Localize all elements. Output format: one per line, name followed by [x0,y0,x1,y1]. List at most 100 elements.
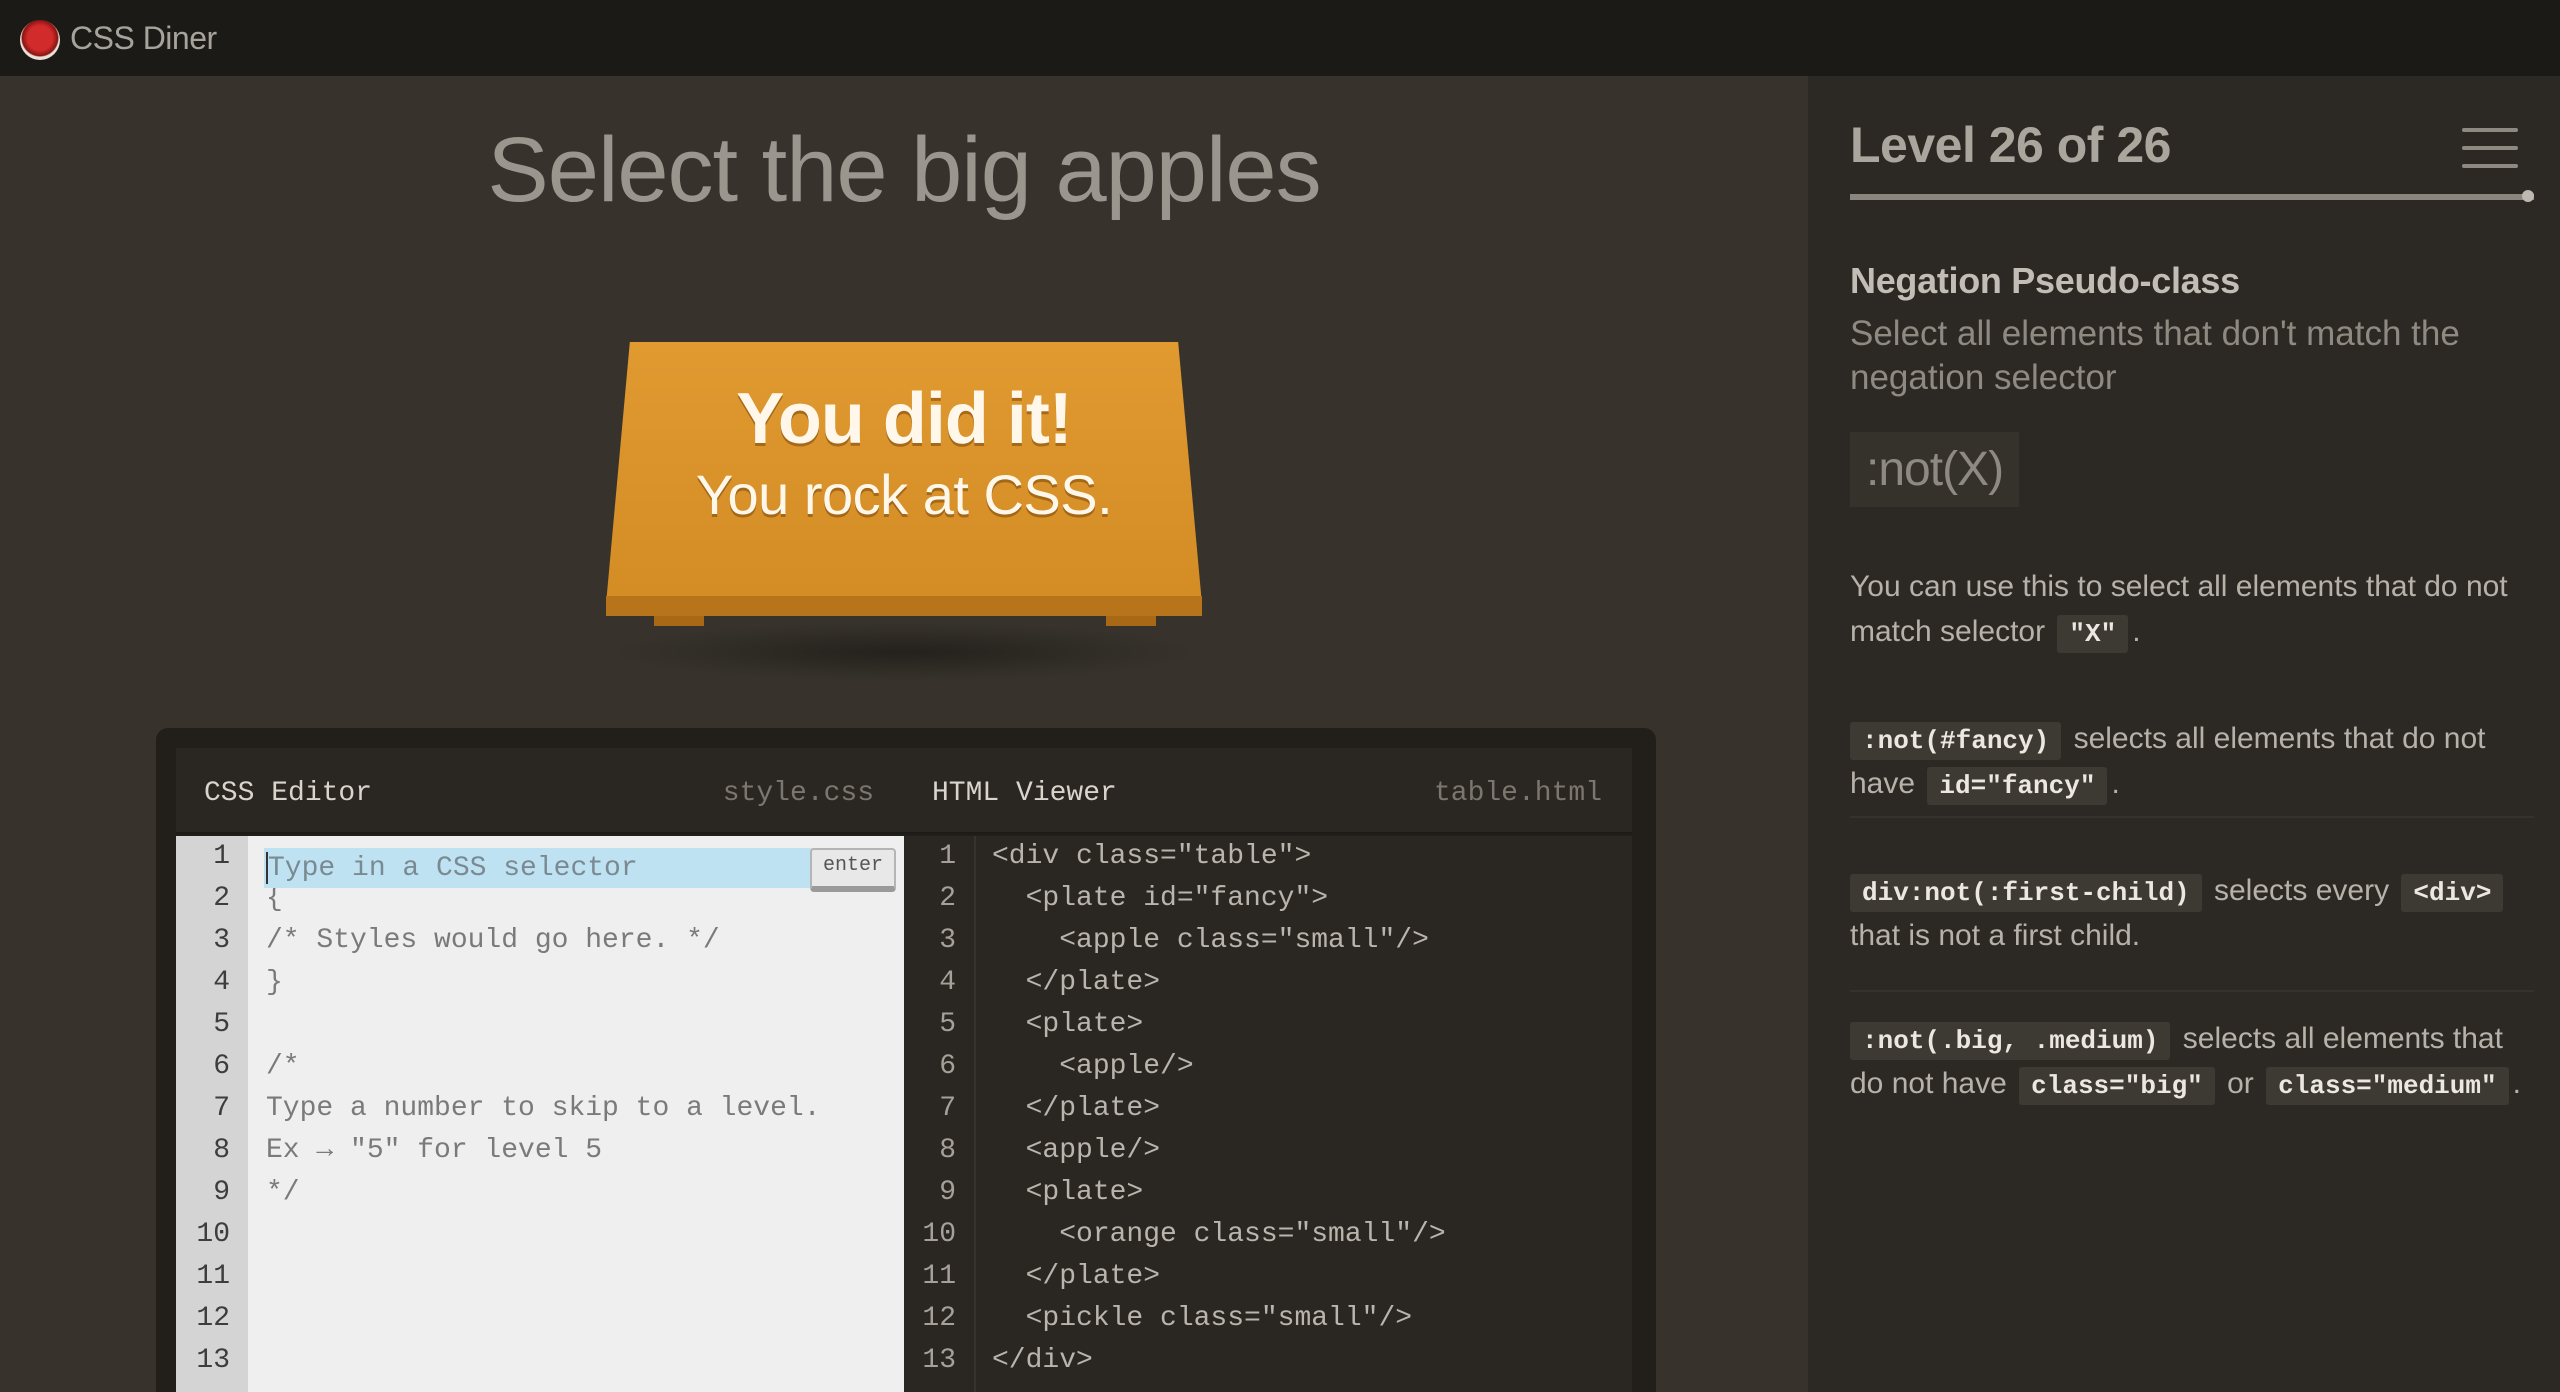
divider [1850,990,2534,992]
html-viewer-filename: table.html [1433,778,1602,809]
line-number: 4 [213,967,230,998]
code-line: <apple class="small"/> [992,925,1429,956]
hint-text: You can use this to select all elements … [1850,570,2508,648]
line-number: 8 [213,1135,230,1166]
line-number: 10 [196,1219,230,1250]
progress-fill [1850,194,2534,200]
code-line: <plate> [992,1009,1144,1040]
hint-text: or [2227,1067,2254,1100]
dining-table: You did it! You rock at CSS. [606,342,1202,682]
hint-text: . [2111,767,2120,800]
level-indicator: Level 26 of 26 [1850,117,2171,173]
code-line: */ [266,1177,300,1208]
line-number: 1 [939,841,956,872]
line-number: 5 [939,1009,956,1040]
line-number: 6 [939,1051,956,1082]
code-line: </plate> [992,1261,1161,1292]
top-bar: CSS Diner [0,0,2560,76]
level-instruction: Select the big apples [487,119,1321,221]
line-number-gutter: 1 2 3 4 5 6 7 8 9 10 11 12 13 [176,836,248,1392]
line-number: 8 [939,1135,956,1166]
line-number: 3 [213,925,230,956]
line-number: 5 [213,1009,230,1040]
line-number: 2 [213,883,230,914]
line-number: 11 [196,1261,230,1292]
hamburger-menu-icon[interactable] [2462,128,2518,168]
code-line: <apple/> [992,1051,1194,1082]
hint-text: . [2132,615,2141,648]
code-line: Ex → "5" for level 5 [266,1135,603,1166]
code-tag: :not(#fancy) [1850,722,2062,760]
win-subtitle: You rock at CSS. [695,463,1113,526]
code-line: <orange class="small"/> [992,1219,1446,1250]
code-line: Type a number to skip to a level. [266,1093,821,1124]
game-area: Select the big apples You did it! You ro… [0,76,1808,1392]
line-number: 9 [213,1177,230,1208]
code-tag: "X" [2057,615,2129,653]
css-editor-title: CSS Editor [204,778,373,809]
code-line: <div class="table"> [992,841,1312,872]
css-editor-pane: CSS Editor style.css 1 2 3 4 5 6 7 8 9 10 11 12 13 {… [176,748,904,1392]
progress-marker [2522,190,2534,202]
code-tag: class="big" [2019,1067,2215,1105]
win-message: You did it! You rock at CSS. [606,378,1202,527]
code-line: } [266,967,283,998]
example-1: :not(#fancy) selects all elements that d… [1850,716,2530,806]
code-line: </div> [992,1345,1093,1376]
table-edge [606,596,1202,616]
code-line: /* Styles would go here. */ [266,925,720,956]
line-number: 13 [922,1345,956,1376]
html-viewer-header: HTML Viewer table.html [904,748,1632,834]
editor: CSS Editor style.css 1 2 3 4 5 6 7 8 9 10 11 12 13 {… [156,728,1656,1392]
code-line: </plate> [992,1093,1161,1124]
line-number: 2 [939,883,956,914]
line-number: 1 [213,841,230,872]
selector-title: Select all elements that don't match the… [1850,314,2460,397]
selector-name: Negation Pseudo-class [1850,260,2240,301]
line-number: 11 [922,1261,956,1292]
level-sidebar: Level 26 of 26 Negation Pseudo-class Sel… [1808,76,2560,1392]
line-number: 13 [196,1345,230,1376]
line-number: 12 [196,1303,230,1334]
code-line: <plate> [992,1177,1144,1208]
html-code[interactable]: <div class="table"> <plate id="fancy"> <… [992,836,1632,1382]
css-editor-header: CSS Editor style.css [176,748,904,834]
html-viewer-title: HTML Viewer [932,778,1117,809]
line-number: 6 [213,1051,230,1082]
hint-text: . [2512,1067,2521,1100]
html-viewer-body: 1 2 3 4 5 6 7 8 9 10 11 12 13 <div class="table"> <p… [904,836,1632,1392]
css-editor-filename: style.css [722,778,874,809]
line-number: 3 [939,925,956,956]
table-shadow [606,622,1202,682]
hint-text: selects every [2214,874,2390,907]
code-line: <plate id="fancy"> [992,883,1329,914]
win-title: You did it! [736,379,1073,459]
css-code: {/* Styles would go here. */}/* Type a nu… [266,836,904,1382]
line-number: 12 [922,1303,956,1334]
css-selector-input[interactable] [264,848,874,888]
plate-logo-icon [20,20,60,60]
line-number: 9 [939,1177,956,1208]
code-line: <apple/> [992,1135,1161,1166]
line-number: 7 [939,1093,956,1124]
css-editor-body: 1 2 3 4 5 6 7 8 9 10 11 12 13 {/* Styles would go he… [176,836,904,1392]
level-progress-bar [1850,194,2534,200]
html-viewer-pane: HTML Viewer table.html 1 2 3 4 5 6 7 8 9 10 11 12 13… [904,748,1632,1392]
code-tag: div:not(:first-child) [1850,874,2202,912]
hint-description: You can use this to select all elements … [1850,564,2530,654]
code-line: /* [266,1051,300,1082]
code-tag: <div> [2401,874,2504,912]
code-line: <pickle class="small"/> [992,1303,1413,1334]
example-2: div:not(:first-child) selects every <div… [1850,868,2530,958]
line-number: 7 [213,1093,230,1124]
code-tag: class="medium" [2266,1067,2509,1105]
code-tag: id="fancy" [1927,767,2108,805]
hint-text: that is not a first child. [1850,919,2141,952]
code-tag: :not(.big, .medium) [1850,1022,2171,1060]
enter-button[interactable]: enter [810,848,896,892]
code-line: </plate> [992,967,1161,998]
line-number-gutter: 1 2 3 4 5 6 7 8 9 10 11 12 13 [904,836,976,1392]
